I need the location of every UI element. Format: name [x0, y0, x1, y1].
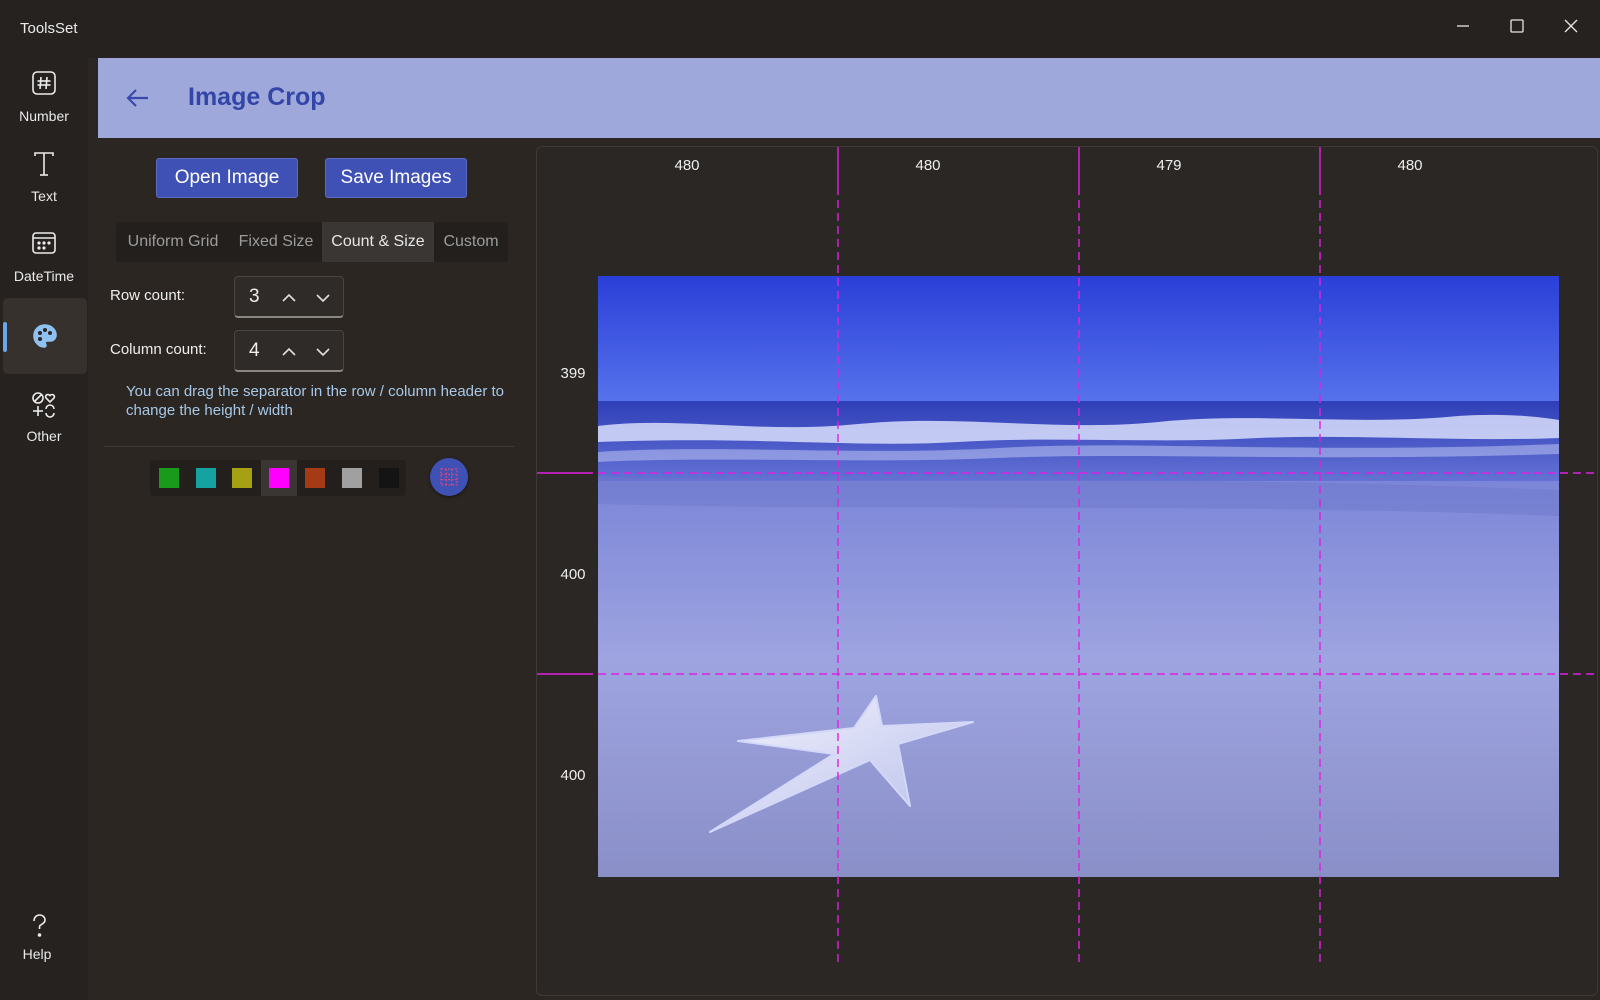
shapes-icon: [32, 392, 56, 418]
mode-tabs: Uniform Grid Fixed Size Count & Size Cus…: [116, 222, 508, 262]
tab-fixed-size[interactable]: Fixed Size: [230, 222, 322, 262]
color-chip: [378, 468, 399, 488]
row-count-value[interactable]: 3: [249, 286, 260, 308]
back-button[interactable]: [122, 82, 154, 114]
row-count-label: Row count:: [110, 287, 186, 304]
minimize-icon: [1457, 25, 1469, 27]
text-t-icon: [34, 152, 54, 176]
column-count-stepper[interactable]: 4: [234, 330, 344, 372]
nav-label-other: Other: [26, 428, 62, 444]
nav-label-number: Number: [19, 108, 69, 124]
nav-label-help: Help: [22, 946, 52, 962]
arrow-left-icon: [126, 89, 148, 107]
save-images-button[interactable]: Save Images: [325, 158, 467, 198]
grid-icon: [440, 468, 458, 486]
color-chip: [159, 468, 179, 488]
color-chip: [305, 468, 326, 488]
color-swatch[interactable]: [188, 460, 224, 496]
hash-icon: [32, 71, 56, 95]
column-count-label: Column count:: [110, 341, 207, 358]
color-swatch[interactable]: [151, 460, 187, 496]
app-title: ToolsSet: [20, 20, 78, 37]
maximize-button[interactable]: [1494, 8, 1540, 44]
color-swatch[interactable]: [260, 460, 297, 496]
row-decrement-button[interactable]: [313, 289, 333, 307]
row-count-stepper[interactable]: 3: [234, 276, 344, 318]
page-header: Image Crop: [98, 58, 1600, 138]
question-icon: [33, 914, 46, 937]
color-chip: [342, 468, 362, 488]
main-content: Image Crop Open Image Save Images Unifor…: [98, 58, 1600, 1000]
palette-icon: [33, 324, 57, 348]
color-swatches: [150, 460, 406, 496]
close-icon: [1564, 19, 1578, 33]
nav-item-image[interactable]: [3, 298, 87, 374]
row-increment-button[interactable]: [279, 289, 299, 307]
nav-item-help[interactable]: Help: [0, 912, 88, 988]
grid-separators[interactable]: [537, 147, 1598, 996]
chevron-up-icon: [282, 293, 296, 302]
page-title: Image Crop: [188, 83, 326, 111]
chevron-down-icon: [316, 348, 330, 357]
color-swatch[interactable]: [371, 460, 407, 496]
tab-custom[interactable]: Custom: [434, 222, 508, 262]
column-count-value[interactable]: 4: [249, 340, 260, 362]
color-swatch[interactable]: [334, 460, 370, 496]
crop-canvas: 480 480 479 480 399 400 400: [536, 146, 1598, 996]
nav-item-other[interactable]: Other: [0, 378, 88, 454]
color-swatch[interactable]: [297, 460, 333, 496]
separator-hint: You can drag the separator in the row / …: [126, 383, 505, 419]
title-bar: ToolsSet: [0, 0, 1600, 58]
open-image-button[interactable]: Open Image: [156, 158, 298, 198]
grid-toggle-button[interactable]: [430, 458, 468, 496]
nav-item-text[interactable]: Text: [0, 138, 88, 214]
minimize-button[interactable]: [1440, 8, 1486, 44]
column-increment-button[interactable]: [279, 343, 299, 361]
nav-label-datetime: DateTime: [13, 268, 75, 284]
color-chip: [195, 468, 216, 488]
nav-rail: Number Text DateTime Other Help: [0, 58, 88, 1000]
tab-count-size[interactable]: Count & Size: [322, 222, 434, 262]
chevron-down-icon: [316, 294, 330, 303]
nav-item-datetime[interactable]: DateTime: [0, 218, 88, 294]
color-chip: [268, 468, 289, 488]
color-chip: [232, 468, 253, 488]
divider: [104, 446, 514, 447]
nav-item-number[interactable]: Number: [0, 58, 88, 134]
tab-uniform-grid[interactable]: Uniform Grid: [116, 222, 230, 262]
calendar-icon: [32, 232, 56, 254]
close-button[interactable]: [1548, 8, 1594, 44]
nav-label-text: Text: [31, 188, 57, 204]
column-decrement-button[interactable]: [313, 343, 333, 361]
maximize-icon: [1510, 19, 1524, 33]
color-swatch[interactable]: [224, 460, 260, 496]
chevron-up-icon: [282, 347, 296, 356]
